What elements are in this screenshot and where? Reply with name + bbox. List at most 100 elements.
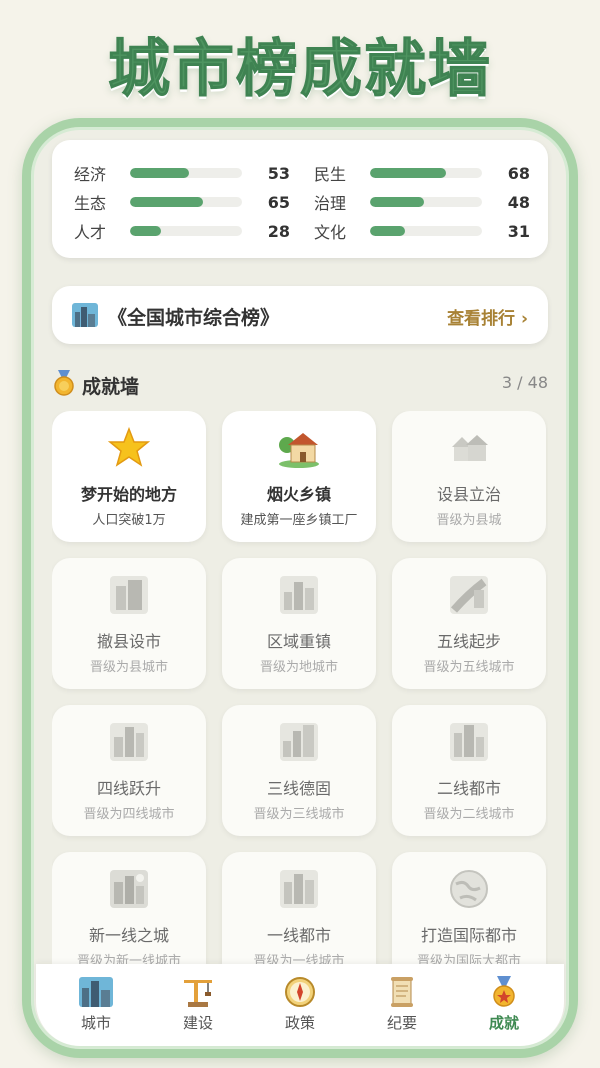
stat-bar — [130, 168, 242, 178]
achievement-card[interactable]: 撤县设市 晋级为县城市 — [52, 558, 206, 689]
stat-label: 人才 — [74, 223, 107, 242]
achievement-name: 四线跃升 — [96, 779, 161, 798]
achievement-desc: 晋级为三线城市 — [253, 807, 345, 822]
stat-label: 民生 — [314, 165, 347, 184]
achievement-name: 打造国际都市 — [420, 926, 517, 945]
achievement-card[interactable]: 设县立治 晋级为县城 — [392, 411, 546, 542]
stat-label: 文化 — [314, 223, 347, 242]
compass-icon — [285, 977, 315, 1007]
city-icon — [450, 723, 488, 761]
ranking-title: 《全国城市综合榜》 — [108, 307, 280, 329]
achievement-card[interactable]: 区域重镇 晋级为地城市 — [222, 558, 376, 689]
tab-label: 政策 — [284, 1014, 315, 1032]
star-icon — [108, 427, 150, 467]
achievement-card[interactable]: 一线都市 晋级为一线城市 — [222, 852, 376, 971]
achievement-desc: 人口突破1万 — [92, 513, 166, 528]
achievement-name: 三线德固 — [266, 779, 331, 798]
achievement-name: 撤县设市 — [96, 632, 161, 651]
stats-card: 经济 53 民生 68 生态 65 治理 48 人才 28 文化 31 — [52, 140, 548, 258]
stat-bar — [370, 197, 482, 207]
achievement-grid: 梦开始的地方 人口突破1万 烟火乡镇 建成第一座乡镇工厂 设县立治 晋级为县城 … — [52, 411, 548, 971]
achievement-card[interactable]: 二线都市 晋级为二线城市 — [392, 705, 546, 836]
achievement-name: 烟火乡镇 — [266, 485, 331, 504]
globe-icon — [450, 870, 488, 908]
achievement-desc: 晋级为五线城市 — [423, 660, 515, 675]
view-ranking-link[interactable]: 查看排行 › — [447, 304, 528, 329]
stat-bar-fill — [370, 197, 424, 207]
medal-tab-icon — [493, 976, 515, 1007]
achievement-desc: 晋级为县城 — [436, 513, 502, 528]
bottom-tab-bar: 城市 建设 政策 纪要 成就 — [36, 964, 564, 1046]
tab-label: 成就 — [488, 1014, 519, 1032]
city-skyline-icon — [72, 303, 98, 327]
achievement-name: 二线都市 — [436, 779, 501, 798]
stat-value: 53 — [267, 163, 290, 183]
stat-row-governance: 治理 48 — [314, 191, 530, 214]
crane-icon — [184, 980, 212, 1007]
medal-icon — [54, 370, 74, 396]
stat-row-talent: 人才 28 — [74, 220, 290, 243]
scroll-icon — [391, 977, 413, 1007]
stat-bar — [370, 168, 482, 178]
stat-bar — [370, 226, 482, 236]
stat-row-ecology: 生态 65 — [74, 191, 290, 214]
road-icon — [450, 576, 488, 614]
ranking-banner[interactable]: 《全国城市综合榜》 查看排行 › — [52, 286, 548, 344]
achievement-card[interactable]: 打造国际都市 晋级为国际大都市 — [392, 852, 546, 971]
achievement-name: 五线起步 — [436, 632, 501, 651]
achievement-desc: 晋级为二线城市 — [423, 807, 515, 822]
achievement-name: 设县立治 — [436, 485, 501, 504]
tab-build[interactable]: 建设 — [158, 974, 238, 1036]
achievement-name: 梦开始的地方 — [80, 485, 177, 504]
tab-policy[interactable]: 政策 — [260, 974, 340, 1036]
tab-achievements[interactable]: 成就 — [464, 974, 544, 1036]
stat-label: 经济 — [74, 165, 107, 184]
achievement-name: 一线都市 — [266, 926, 331, 945]
achievement-desc: 建成第一座乡镇工厂 — [240, 513, 358, 528]
stat-bar-fill — [370, 226, 405, 236]
achievements-header: 成就墙 3 / 48 — [52, 370, 548, 398]
achievement-card[interactable]: 烟火乡镇 建成第一座乡镇工厂 — [222, 411, 376, 542]
tab-label: 城市 — [80, 1014, 111, 1032]
stat-bar — [130, 197, 242, 207]
city-icon — [280, 576, 318, 614]
stat-bar-fill — [130, 168, 190, 178]
stat-bar-fill — [370, 168, 447, 178]
achievement-card[interactable]: 五线起步 晋级为五线城市 — [392, 558, 546, 689]
buildings-icon — [110, 576, 148, 614]
page-title: 城市榜成就墙 — [107, 32, 492, 106]
stat-value: 28 — [267, 221, 290, 241]
stat-row-livelihood: 民生 68 — [314, 162, 530, 185]
stat-value: 48 — [507, 192, 530, 212]
city-icon — [280, 723, 318, 761]
tab-label: 建设 — [182, 1014, 213, 1032]
achievement-card[interactable]: 梦开始的地方 人口突破1万 — [52, 411, 206, 542]
stat-row-economy: 经济 53 — [74, 162, 290, 185]
stat-label: 治理 — [314, 194, 347, 213]
achievement-card[interactable]: 四线跃升 晋级为四线城市 — [52, 705, 206, 836]
city-icon — [110, 723, 148, 761]
tab-city[interactable]: 城市 — [56, 974, 136, 1036]
stat-value: 68 — [507, 163, 530, 183]
city-icon — [280, 870, 318, 908]
houses-icon — [452, 435, 488, 461]
stat-bar-fill — [130, 226, 162, 236]
achievement-card[interactable]: 三线德固 晋级为三线城市 — [222, 705, 376, 836]
stat-value: 65 — [267, 192, 290, 212]
stat-label: 生态 — [74, 194, 107, 213]
tab-notes[interactable]: 纪要 — [362, 974, 442, 1036]
stat-value: 31 — [507, 221, 530, 241]
achievement-desc: 晋级为四线城市 — [83, 807, 175, 822]
achievement-count: 3 / 48 — [501, 373, 548, 392]
city-tab-icon — [79, 977, 113, 1007]
achievement-desc: 晋级为地城市 — [259, 660, 338, 675]
stat-bar-fill — [130, 197, 203, 207]
achievement-desc: 晋级为县城市 — [89, 660, 168, 675]
achievement-card[interactable]: 新一线之城 晋级为新一线城市 — [52, 852, 206, 971]
achievement-name: 新一线之城 — [88, 926, 169, 945]
stat-row-culture: 文化 31 — [314, 220, 530, 243]
tab-label: 纪要 — [386, 1014, 417, 1032]
night-city-icon — [110, 870, 148, 908]
house-icon — [279, 433, 319, 468]
section-title: 成就墙 — [82, 376, 140, 398]
